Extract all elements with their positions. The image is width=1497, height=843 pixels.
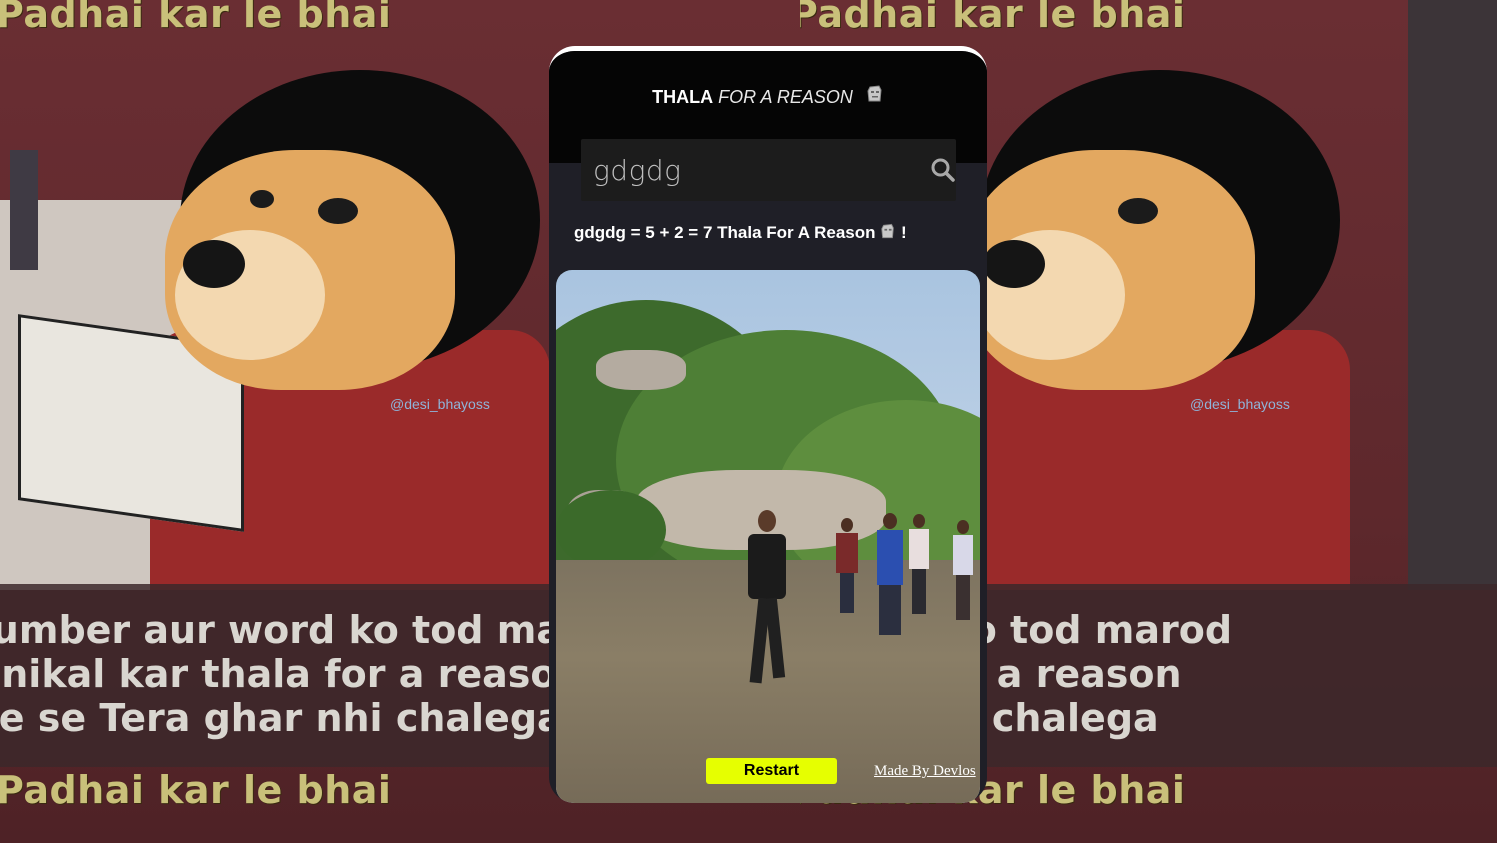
- moai-icon: [866, 85, 884, 108]
- doge-eye: [318, 198, 358, 224]
- doge-nose: [183, 240, 245, 288]
- restart-button[interactable]: Restart: [706, 758, 837, 784]
- video-person: [952, 520, 974, 620]
- watermark: @desi_bhayoss: [390, 396, 490, 412]
- desk: [1408, 0, 1497, 590]
- caption-line: Number aur word ko tod marod: [0, 608, 608, 652]
- search-box: [581, 139, 956, 201]
- result-text: gdgdg = 5 + 2 = 7 Thala For A Reason !: [574, 223, 907, 245]
- video-player[interactable]: Restart Made By Devlos: [556, 270, 980, 803]
- moai-icon: [880, 223, 896, 245]
- video-person: [874, 513, 906, 668]
- page-title: THALA FOR A REASON: [549, 85, 987, 108]
- video-bush: [556, 490, 666, 570]
- caption-line: ke nikal kar thala for a reason: [0, 652, 584, 696]
- video-person: [744, 510, 790, 685]
- background-meme-tile: [1408, 0, 1497, 843]
- search-icon[interactable]: [930, 155, 956, 185]
- doge-eye: [1118, 198, 1158, 224]
- meme-top-text: Padhai kar le bhai: [800, 0, 1186, 36]
- video-rock: [596, 350, 686, 390]
- doge-eye: [250, 190, 274, 208]
- meme-top-text: Padhai kar le bhai: [0, 0, 392, 36]
- caption-line: karne se Tera ghar nhi chalega: [0, 696, 563, 740]
- result-equation: gdgdg = 5 + 2 = 7 Thala For A Reason: [574, 223, 876, 242]
- result-suffix: !: [900, 223, 907, 242]
- title-rest: FOR A REASON: [718, 87, 853, 107]
- background-meme-tile: Padhai kar le bhai @desi_bhayoss Number …: [0, 0, 608, 843]
- search-input[interactable]: [593, 150, 930, 190]
- meme-bottom-text: Padhai kar le bhai: [0, 768, 392, 812]
- title-strong: THALA: [652, 87, 714, 107]
- caption-band: [1408, 584, 1497, 767]
- watermark: @desi_bhayoss: [1190, 396, 1290, 412]
- doge-nose: [983, 240, 1045, 288]
- video-person: [834, 518, 860, 613]
- video-person: [908, 514, 930, 614]
- made-by-link[interactable]: Made By Devlos: [874, 763, 976, 780]
- chair: [10, 150, 38, 270]
- app-card: THALA FOR A REASON gdgdg = 5 + 2 = 7 Tha…: [549, 46, 987, 803]
